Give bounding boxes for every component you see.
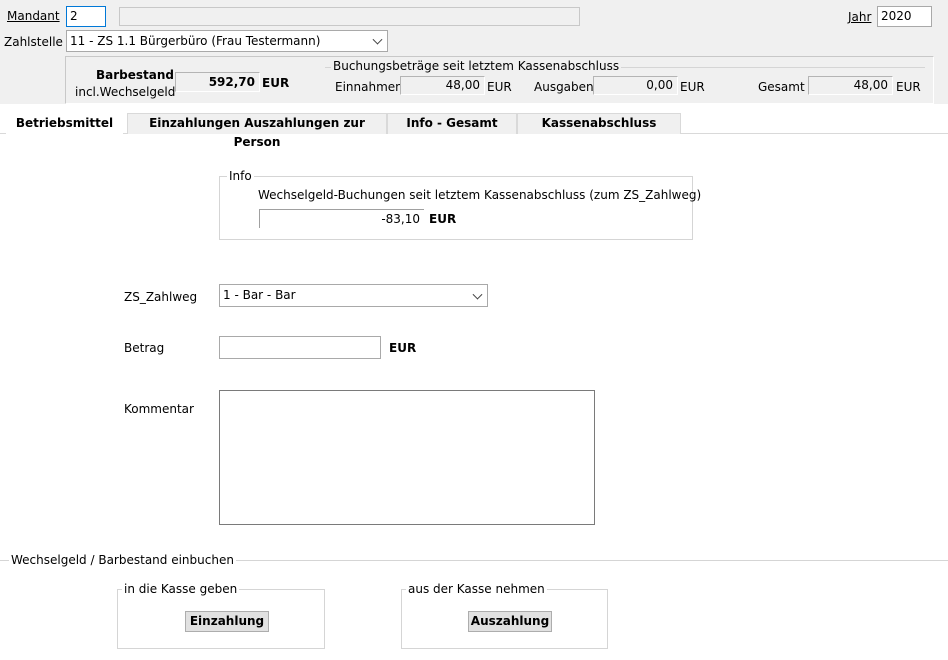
einbuchen-title: Wechselgeld / Barbestand einbuchen <box>9 553 236 567</box>
barbestand-unit: EUR <box>262 76 290 90</box>
barbestand-label: Barbestand <box>96 68 174 82</box>
zahlweg-select[interactable]: 1 - Bar - Bar <box>219 284 488 307</box>
einnahmen-label: Einnahmen <box>335 80 403 94</box>
barbestand-value: 592,70 <box>175 72 260 92</box>
betrag-unit: EUR <box>389 341 417 355</box>
auszahlung-group-title: aus der Kasse nehmen <box>406 582 547 596</box>
mandant-input[interactable]: 2 <box>66 6 106 27</box>
betrag-label: Betrag <box>124 341 165 355</box>
mandant-label: Mandant <box>7 9 60 23</box>
wechselgeld-label: incl.Wechselgeld <box>75 85 176 99</box>
buchung-title: Buchungsbeträge seit letztem Kassenabsch… <box>331 59 622 73</box>
zahlstelle-select[interactable]: 11 - ZS 1.1 Bürgerbüro (Frau Testermann) <box>66 30 388 52</box>
kommentar-label: Kommentar <box>124 402 194 416</box>
ausgaben-unit: EUR <box>680 80 705 94</box>
einzahlung-button[interactable]: Einzahlung <box>185 611 269 632</box>
info-group <box>219 176 693 240</box>
info-title: Info <box>227 169 254 183</box>
zahlstelle-value: 11 - ZS 1.1 Bürgerbüro (Frau Testermann) <box>70 34 321 48</box>
chevron-down-icon <box>372 34 383 45</box>
tab-einzahlungen-auszahlungen[interactable]: Einzahlungen Auszahlungen zur Person <box>127 113 387 149</box>
einzahlung-group-title: in die Kasse geben <box>122 582 240 596</box>
gesamt-label: Gesamt <box>758 80 805 94</box>
gesamt-unit: EUR <box>896 80 921 94</box>
jahr-input[interactable]: 2020 <box>877 6 932 27</box>
zahlstelle-label: Zahlstelle <box>4 35 63 49</box>
einnahmen-value: 48,00 <box>400 76 485 95</box>
ausgaben-value: 0,00 <box>593 76 678 95</box>
tab-info-gesamt[interactable]: Info - Gesamt <box>387 113 517 134</box>
ausgaben-label: Ausgaben <box>534 80 594 94</box>
jahr-label: Jahr <box>848 10 872 24</box>
info-unit: EUR <box>429 212 457 226</box>
auszahlung-button[interactable]: Auszahlung <box>468 611 552 632</box>
chevron-down-icon <box>472 289 483 300</box>
mandant-name-display <box>119 7 580 26</box>
betrag-input[interactable] <box>219 336 381 359</box>
info-value: -83,10 <box>259 209 424 228</box>
tab-betriebsmittel[interactable]: Betriebsmittel <box>6 113 123 134</box>
zahlweg-label: ZS_Zahlweg <box>124 290 198 304</box>
tab-kassenabschluss[interactable]: Kassenabschluss <box>517 113 681 134</box>
gesamt-value: 48,00 <box>808 76 893 95</box>
info-text: Wechselgeld-Buchungen seit letztem Kasse… <box>258 188 702 202</box>
einnahmen-unit: EUR <box>487 80 512 94</box>
zahlweg-value: 1 - Bar - Bar <box>223 288 296 302</box>
kommentar-textarea[interactable] <box>219 390 595 525</box>
